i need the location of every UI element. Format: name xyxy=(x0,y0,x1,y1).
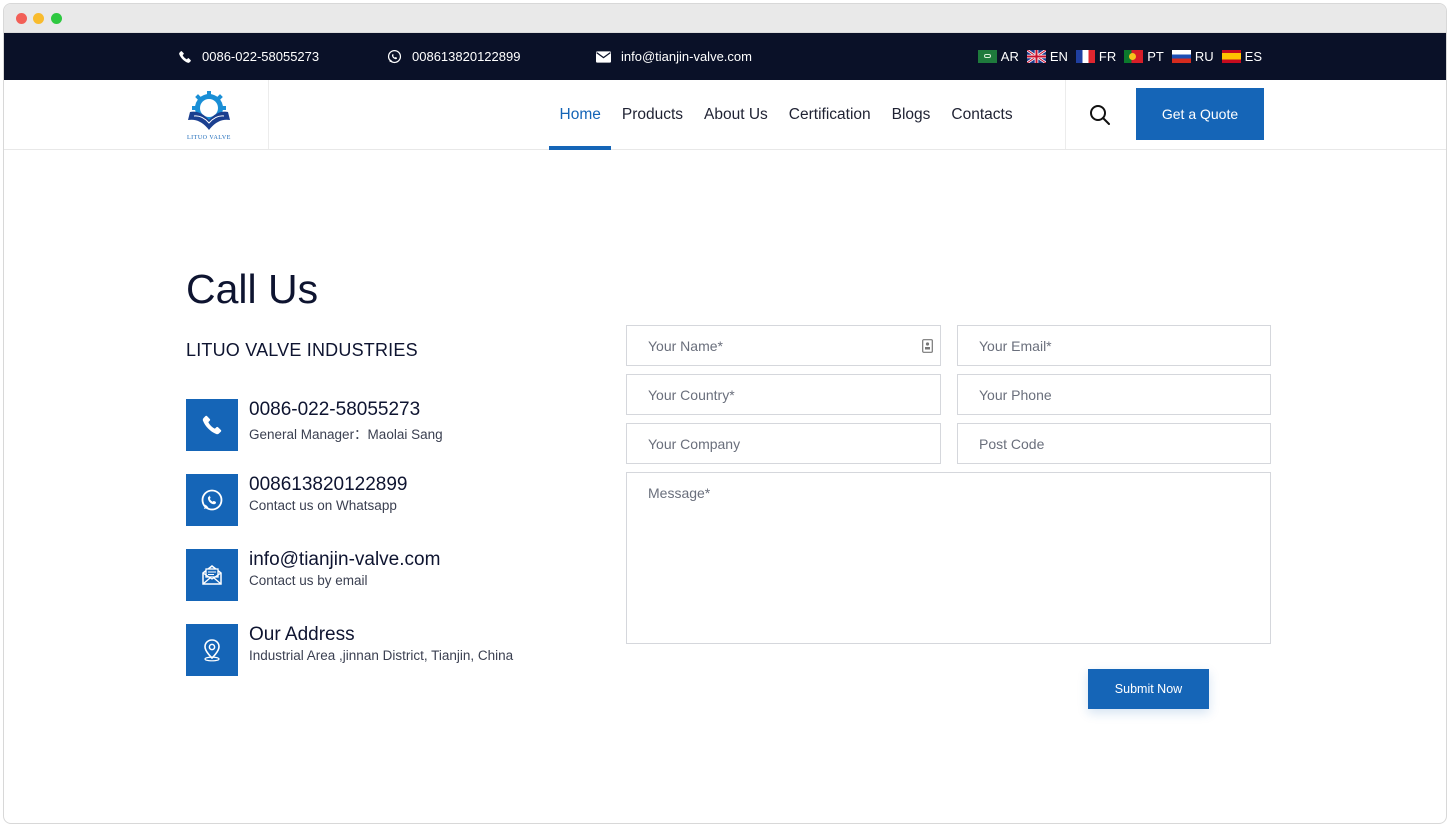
contact-main-text[interactable]: 0086-022-58055273 xyxy=(249,399,420,421)
country-input[interactable] xyxy=(648,375,940,414)
lang-label: PT xyxy=(1147,49,1164,64)
logo-area: LITUO VALVE xyxy=(4,80,269,149)
location-icon xyxy=(186,624,238,676)
portugal-flag-icon xyxy=(1124,50,1144,63)
lang-ru[interactable]: RU xyxy=(1171,49,1214,64)
topbar-whatsapp[interactable]: 008613820122899 xyxy=(387,33,520,80)
language-selector: AR EN FR PT RU ES xyxy=(977,33,1262,80)
contact-main-text: Our Address xyxy=(249,624,355,645)
main-menu: Home Products About Us Certification Blo… xyxy=(549,80,1023,150)
nav-divider xyxy=(1065,80,1066,149)
top-contact-bar: 0086-022-58055273 008613820122899 info@t… xyxy=(4,33,1446,80)
close-window-button[interactable] xyxy=(16,13,27,24)
maximize-window-button[interactable] xyxy=(51,13,62,24)
contact-sub-text: Industrial Area ,jinnan District, Tianji… xyxy=(249,648,514,663)
contact-sub-text: Contact us by email xyxy=(249,573,368,588)
topbar-phone[interactable]: 0086-022-58055273 xyxy=(178,33,319,80)
uk-flag-icon xyxy=(1026,50,1046,63)
nav-certification[interactable]: Certification xyxy=(778,80,881,149)
lang-label: RU xyxy=(1194,49,1214,64)
lang-pt[interactable]: PT xyxy=(1124,49,1164,64)
page-title: Call Us xyxy=(186,266,319,312)
logo-text: LITUO VALVE xyxy=(187,135,231,141)
saudi-flag-icon xyxy=(977,50,997,63)
nav-contacts[interactable]: Contacts xyxy=(941,80,1023,149)
phone-icon xyxy=(186,399,238,451)
lang-es[interactable]: ES xyxy=(1221,49,1262,64)
message-field[interactable] xyxy=(626,472,1271,644)
france-flag-icon xyxy=(1075,50,1095,63)
company-input[interactable] xyxy=(648,424,940,463)
contact-phone: 0086-022-58055273 General Manager：Maolai… xyxy=(186,399,566,451)
country-field[interactable] xyxy=(626,374,941,415)
nav-about-us[interactable]: About Us xyxy=(694,80,779,149)
lang-label: EN xyxy=(1049,49,1068,64)
topbar-phone-text: 0086-022-58055273 xyxy=(202,49,320,64)
lang-label: AR xyxy=(1000,49,1019,64)
contact-address: Our Address Industrial Area ,jinnan Dist… xyxy=(186,624,566,676)
whatsapp-icon xyxy=(387,49,402,64)
topbar-email[interactable]: info@tianjin-valve.com xyxy=(596,33,752,80)
email-icon xyxy=(596,50,611,63)
name-input[interactable] xyxy=(648,326,940,365)
minimize-window-button[interactable] xyxy=(33,13,44,24)
contact-sub-text: Contact us on Whatsapp xyxy=(249,498,397,513)
whatsapp-icon xyxy=(186,474,238,526)
phone-icon xyxy=(178,50,192,64)
company-field[interactable] xyxy=(626,423,941,464)
email-input[interactable] xyxy=(979,326,1270,365)
topbar-whatsapp-text: 008613820122899 xyxy=(412,49,521,64)
phone-input[interactable] xyxy=(979,375,1270,414)
company-name: LITUO VALVE INDUSTRIES xyxy=(186,340,418,360)
browser-window: 0086-022-58055273 008613820122899 info@t… xyxy=(3,3,1447,824)
contact-email: info@tianjin-valve.com Contact us by ema… xyxy=(186,549,566,601)
title-bar xyxy=(4,4,1446,33)
lang-label: FR xyxy=(1098,49,1117,64)
topbar-email-text: info@tianjin-valve.com xyxy=(621,49,752,64)
nav-home[interactable]: Home xyxy=(549,80,612,150)
postcode-input[interactable] xyxy=(979,424,1270,463)
contact-whatsapp: 008613820122899 Contact us on Whatsapp xyxy=(186,474,566,526)
get-a-quote-button[interactable]: Get a Quote xyxy=(1136,88,1264,140)
search-icon[interactable] xyxy=(1089,104,1111,126)
email-icon xyxy=(186,549,238,601)
email-field[interactable] xyxy=(957,325,1271,366)
lang-label: ES xyxy=(1244,49,1262,64)
lang-en[interactable]: EN xyxy=(1026,49,1068,64)
spain-flag-icon xyxy=(1221,50,1241,63)
contact-card-icon[interactable] xyxy=(922,339,933,353)
postcode-field[interactable] xyxy=(957,423,1271,464)
contact-sub-text: General Manager：Maolai Sang xyxy=(249,427,443,442)
name-field[interactable] xyxy=(626,325,941,366)
contact-main-text[interactable]: 008613820122899 xyxy=(249,474,408,496)
nav-products[interactable]: Products xyxy=(611,80,693,149)
contact-main-text[interactable]: info@tianjin-valve.com xyxy=(249,549,440,571)
lang-ar[interactable]: AR xyxy=(977,49,1019,64)
phone-field[interactable] xyxy=(957,374,1271,415)
nav-blogs[interactable]: Blogs xyxy=(881,80,941,149)
submit-button[interactable]: Submit Now xyxy=(1088,669,1209,709)
main-navbar: LITUO VALVE Home Products About Us Certi… xyxy=(4,80,1446,150)
message-textarea[interactable] xyxy=(648,485,1270,635)
lang-fr[interactable]: FR xyxy=(1075,49,1117,64)
russia-flag-icon xyxy=(1171,50,1191,63)
